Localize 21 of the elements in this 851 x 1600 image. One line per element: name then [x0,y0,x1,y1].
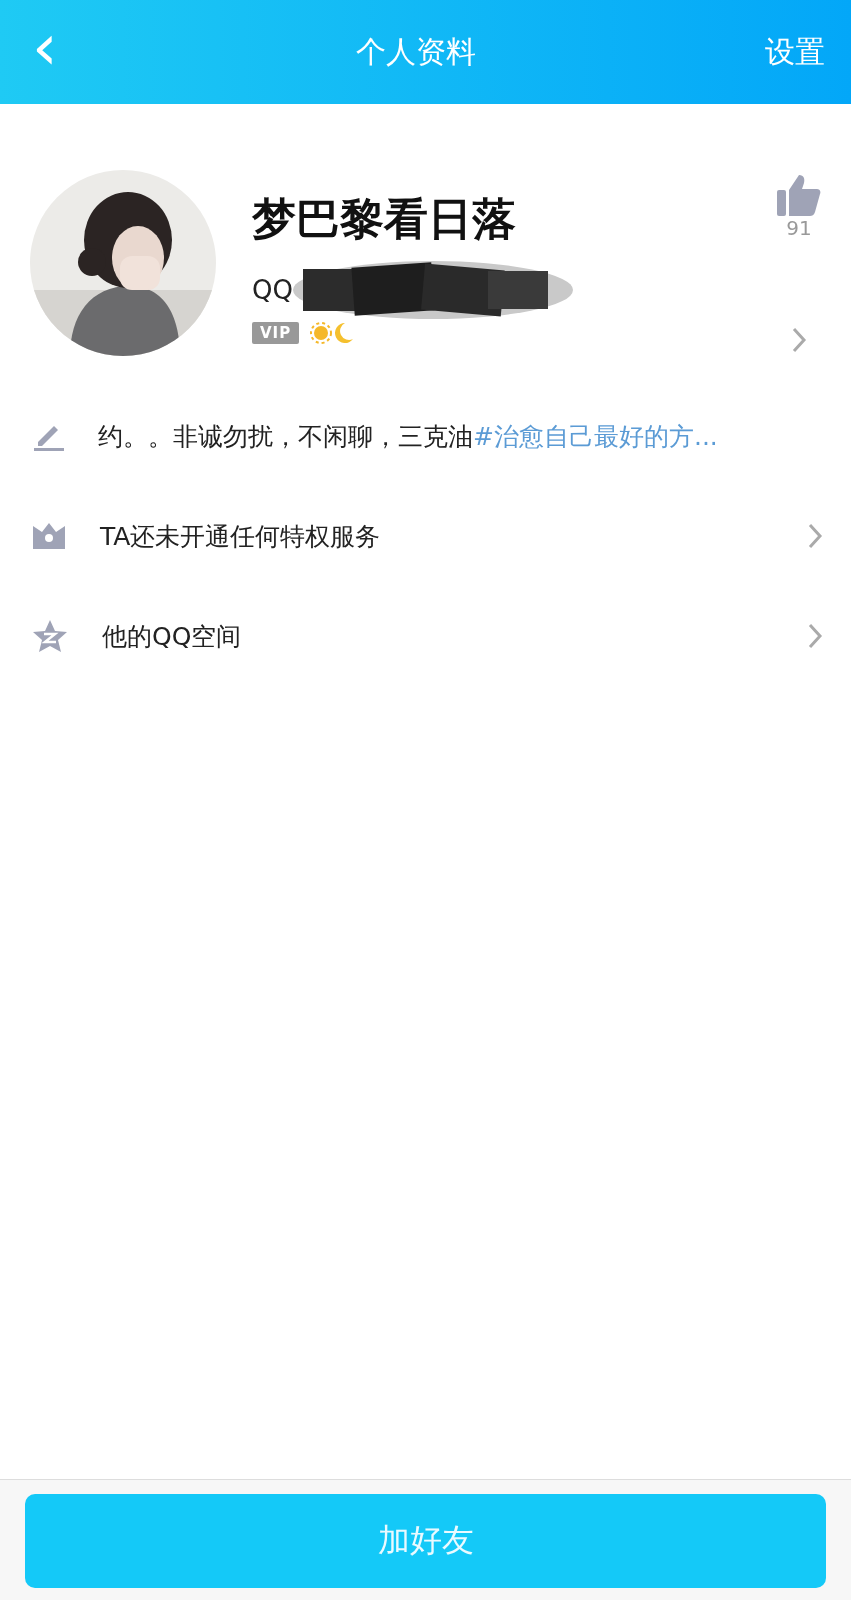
chevron-right-icon [807,622,823,650]
back-button[interactable]: ‹ [22,15,68,89]
chevron-right-icon [791,326,807,354]
page-title: 个人资料 [356,32,477,71]
like-count: 91 [786,216,812,240]
thumbs-up-icon[interactable] [777,174,821,216]
chevron-right-icon [807,522,823,550]
menu-row[interactable]: TA还未开通任何特权服务 [0,486,851,586]
row-label: TA还未开通任何特权服务 [100,520,382,553]
menu-row[interactable]: 他的QQ空间 [0,586,851,686]
profile-name: 梦巴黎看日落 [252,192,517,246]
sun-moon-icon [309,321,356,345]
qq-number-label: QQ [252,275,293,305]
vip-badge: VIP [252,322,300,344]
signature-text: 约。。非诚勿扰，不闲聊，三克油 [98,420,473,453]
star-icon [32,619,68,653]
topic-link[interactable]: #治愈自己最好的方... [473,419,718,453]
settings-button[interactable]: 设置 [765,31,825,73]
crown-icon [32,522,66,550]
row-label: 他的QQ空间 [102,620,243,653]
add-friend-button[interactable]: 加好友 [25,1494,826,1588]
